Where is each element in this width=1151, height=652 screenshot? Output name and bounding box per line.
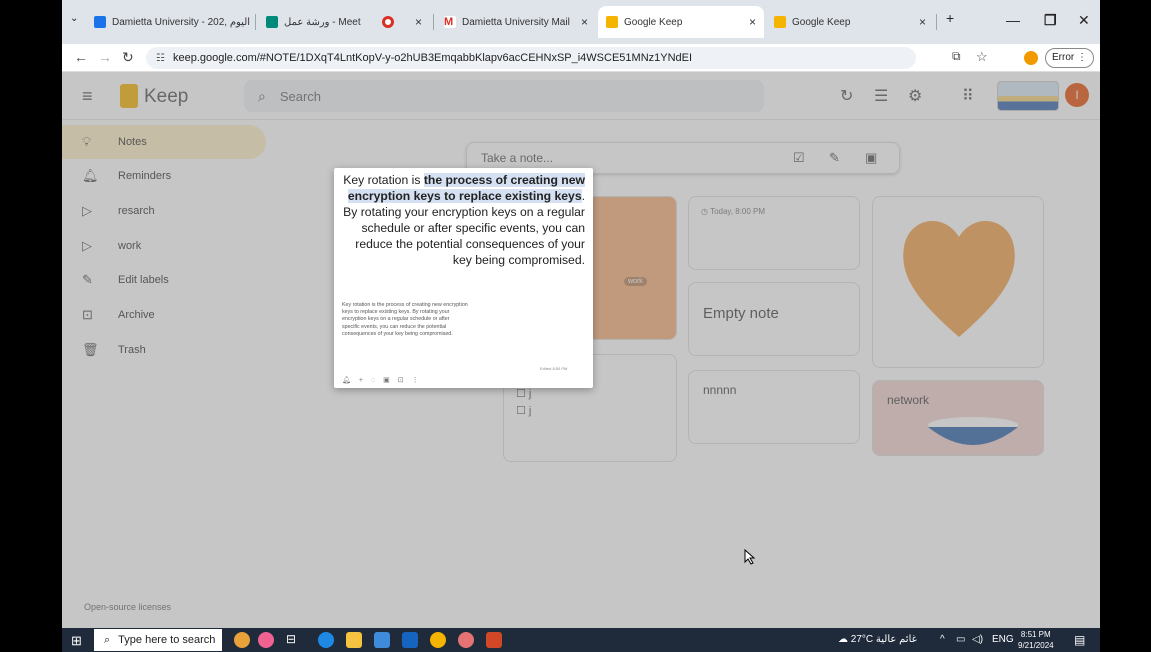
tab-label: Google Keep (624, 16, 683, 28)
forward-arrow-icon[interactable]: → (98, 49, 112, 65)
close-icon[interactable]: × (407, 15, 422, 29)
tab-recording[interactable]: × (374, 8, 430, 36)
tab-university-mail[interactable]: M Damietta University Mail × (436, 8, 596, 36)
text-segment: Key rotation is (343, 173, 424, 187)
decoration-icon[interactable] (258, 632, 274, 648)
error-label: Error (1052, 52, 1075, 63)
address-bar[interactable]: ☷ keep.google.com/#NOTE/1DXqT4LntKopV-y-… (146, 47, 916, 69)
archive-icon[interactable]: ⊡ (398, 377, 412, 384)
chrome-profile-icon[interactable] (458, 632, 474, 648)
windows-start-icon[interactable]: ⊞ (71, 633, 82, 649)
task-view-icon[interactable]: ⊟ (286, 632, 302, 648)
keep-icon (606, 16, 618, 28)
weather-text: 27°C غائم عالية (850, 634, 917, 645)
chrome-icon[interactable] (430, 632, 446, 648)
reload-icon[interactable]: ↻ (122, 49, 134, 66)
note-popup-text: Key rotation is the process of creating … (340, 172, 585, 268)
tab-google-keep-active[interactable]: Google Keep × (598, 6, 764, 38)
error-button[interactable]: Error ⋮ (1045, 48, 1095, 68)
meet-icon (266, 16, 278, 28)
screen: ⌄ Damietta University - اليوم ,202 × ورش… (62, 0, 1100, 652)
close-icon[interactable]: × (250, 15, 254, 29)
tab-separator (255, 14, 256, 30)
edited-timestamp: Edited 8:50 PM (540, 366, 568, 371)
tab-label: Damietta University Mail (462, 16, 570, 28)
taskbar-search-input[interactable]: ⌕ Type here to search (94, 629, 222, 651)
back-arrow-icon[interactable]: ← (74, 49, 88, 65)
note-body-text[interactable]: Key rotation is the process of creating … (342, 302, 468, 338)
url-text: keep.google.com/#NOTE/1DXqT4LntKopV-y-o2… (172, 52, 693, 64)
tab-label: Google Keep (792, 16, 851, 28)
note-toolbar: 🔔︎+◌▣⊡⋮ (342, 376, 427, 384)
tab-separator (936, 14, 937, 30)
weather-widget[interactable]: ☁ 27°C غائم عالية (838, 634, 917, 645)
note-popup: Key rotation is the process of creating … (334, 168, 593, 388)
restore-button[interactable]: ❐ (1044, 12, 1057, 29)
install-app-icon[interactable]: ⧉ (952, 49, 961, 64)
language-indicator[interactable]: ENG (992, 634, 1014, 645)
clock-date: 9/21/2024 (1018, 641, 1054, 650)
taskbar-search-placeholder: Type here to search (118, 634, 216, 646)
close-icon[interactable]: × (741, 15, 756, 29)
tab-label: ورشة عمل - Meet (284, 16, 361, 28)
site-info-icon[interactable]: ☷ (156, 53, 165, 64)
widgets-icon[interactable] (234, 632, 250, 648)
more-icon[interactable]: ⋮ (412, 377, 427, 384)
volume-icon[interactable]: ◁) (972, 634, 983, 645)
tab-meet[interactable]: ورشة عمل - Meet (258, 8, 370, 36)
tab-search-icon[interactable]: ⌄ (70, 13, 78, 24)
tray-chevron-icon[interactable]: ^ (940, 634, 945, 645)
edge-icon[interactable] (318, 632, 334, 648)
calendar-icon (94, 16, 106, 28)
new-tab-button[interactable]: + (946, 10, 954, 26)
clock-time: 8:51 PM (1020, 630, 1051, 639)
address-bar-row: ← → ↻ ☷ keep.google.com/#NOTE/1DXqT4LntK… (62, 44, 1100, 72)
image-icon[interactable]: ▣ (383, 377, 398, 384)
file-explorer-icon[interactable] (346, 632, 362, 648)
powerpoint-icon[interactable] (486, 632, 502, 648)
windows-taskbar: ⊞ ⌕ Type here to search ⊟ ☁ 27°C غائم عا… (62, 628, 1100, 652)
tab-label: Damietta University - اليوم ,202 (112, 16, 251, 28)
tab-google-keep[interactable]: Google Keep × (766, 8, 934, 36)
close-icon[interactable]: × (911, 15, 926, 29)
notifications-icon[interactable]: ▤ (1074, 633, 1085, 647)
record-icon (382, 16, 394, 28)
clock[interactable]: 8:51 PM 9/21/2024 (1018, 629, 1054, 651)
minimize-button[interactable]: — (1006, 12, 1020, 28)
bookmark-star-icon[interactable]: ☆ (976, 49, 988, 65)
collaborator-icon[interactable]: + (359, 377, 371, 384)
mail-icon[interactable] (402, 632, 418, 648)
remind-icon[interactable]: 🔔︎ (342, 377, 359, 384)
keep-icon (774, 16, 786, 28)
gmail-icon: M (444, 16, 456, 28)
palette-icon[interactable]: ◌ (371, 377, 383, 384)
store-icon[interactable] (374, 632, 390, 648)
network-icon[interactable]: ▭ (956, 634, 965, 645)
browser-tab-strip: ⌄ Damietta University - اليوم ,202 × ورش… (62, 0, 1100, 44)
search-icon: ⌕ (104, 633, 111, 646)
tab-damietta-university[interactable]: Damietta University - اليوم ,202 × (86, 8, 254, 36)
close-icon[interactable]: × (573, 15, 588, 29)
close-window-button[interactable]: ✕ (1078, 12, 1090, 29)
tab-separator (433, 14, 434, 30)
mouse-cursor-icon (744, 549, 756, 565)
profile-icon[interactable] (1024, 51, 1038, 65)
